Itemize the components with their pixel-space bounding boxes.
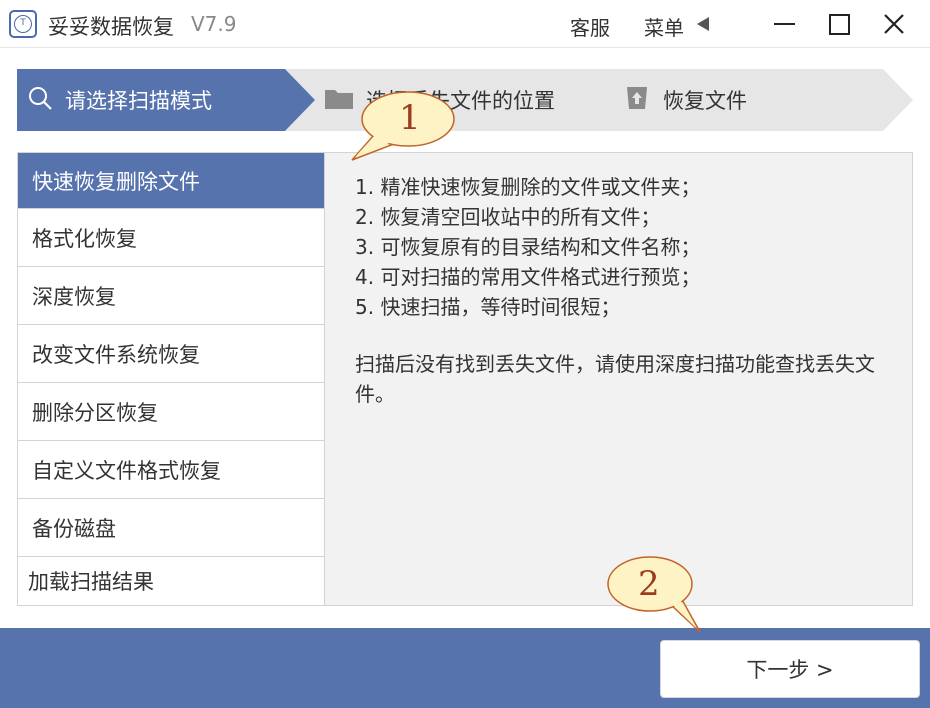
description-note: 扫描后没有找到丢失文件，请使用深度扫描功能查找丢失文件。 [355,352,875,406]
mode-description-panel: 1. 精准快速恢复删除的文件或文件夹； 2. 恢复清空回收站中的所有文件； 3.… [325,152,913,606]
app-title: 妥妥数据恢复 [48,15,174,39]
mode-format-recover[interactable]: 格式化恢复 [18,209,324,267]
description-line: 4. 可对扫描的常用文件格式进行预览； [355,265,701,289]
upload-icon [623,85,651,116]
app-version: V7.9 [191,12,237,36]
mode-deleted-partition-recover[interactable]: 删除分区恢复 [18,383,324,441]
callout-bubble-2: 2 [604,552,704,636]
title-bar: T 妥妥数据恢复 V7.9 客服 菜单 [0,0,930,48]
mode-custom-format-recover[interactable]: 自定义文件格式恢复 [18,441,324,499]
minimize-button[interactable] [770,9,800,39]
callout-number: 2 [638,564,660,604]
mode-deep-recover[interactable]: 深度恢复 [18,267,324,325]
mode-filesystem-change-recover[interactable]: 改变文件系统恢复 [18,325,324,383]
maximize-button[interactable] [824,9,854,39]
step-recover-files: 恢复文件 [623,69,747,131]
close-icon [884,14,904,34]
callout-number: 1 [399,98,421,138]
close-button[interactable] [879,9,909,39]
scan-mode-list: 快速恢复删除文件 格式化恢复 深度恢复 改变文件系统恢复 删除分区恢复 自定义文… [17,152,325,606]
app-logo-icon: T [9,10,37,38]
next-step-button[interactable]: 下一步 > [660,640,920,698]
description-line: 3. 可恢复原有的目录结构和文件名称； [355,235,701,259]
description-line: 5. 快速扫描，等待时间很短； [355,295,621,319]
description-line: 1. 精准快速恢复删除的文件或文件夹； [355,175,701,199]
step-select-scan-mode: 请选择扫描模式 [27,69,212,131]
step-label: 请选择扫描模式 [65,89,212,113]
customer-service-link[interactable]: 客服 [570,12,610,41]
step-label: 恢复文件 [663,89,747,113]
menu-button[interactable]: 菜单 [644,12,684,41]
mode-load-scan-result[interactable]: 加载扫描结果 [18,557,324,605]
step-progress-bar: 请选择扫描模式 选择丢失文件的位置 恢复文件 [17,69,913,131]
search-icon [27,85,53,116]
mode-quick-recover-deleted[interactable]: 快速恢复删除文件 [18,153,324,209]
callout-bubble-1: 1 [350,86,460,166]
menu-arrow-icon[interactable] [697,17,709,31]
description-line: 2. 恢复清空回收站中的所有文件； [355,205,661,229]
mode-backup-disk[interactable]: 备份磁盘 [18,499,324,557]
